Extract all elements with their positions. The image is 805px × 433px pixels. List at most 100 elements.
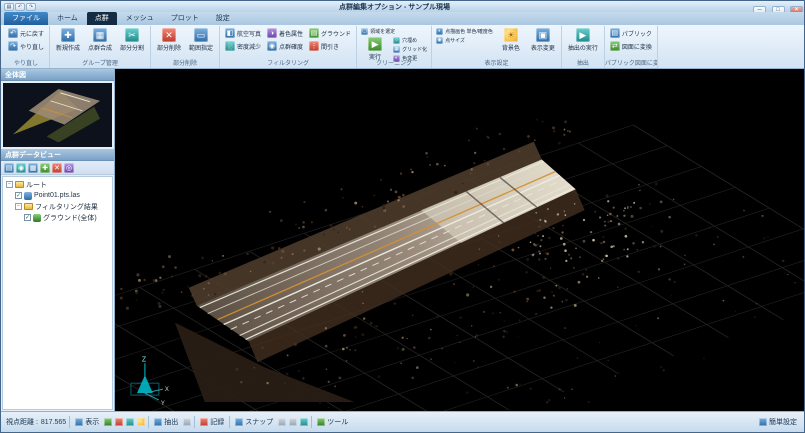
button-label: 部分分割 <box>120 43 144 52</box>
list-icon[interactable]: ▤ <box>4 163 14 173</box>
extract-status-icon <box>154 418 162 426</box>
grid-icon[interactable]: ▦ <box>28 163 38 173</box>
color-attribute-button[interactable]: ◑ 着色属性 <box>265 27 305 39</box>
view-distance-value: 817.565 <box>41 419 66 426</box>
button-label: 点群合成 <box>88 43 112 52</box>
undo-icon: ↶ <box>8 28 18 38</box>
button-label: 点描画色 単色/確度色 <box>445 28 493 35</box>
ground-filter-button[interactable]: ▤ グラウンド <box>307 27 353 39</box>
snap-toggle-1-icon[interactable] <box>278 418 286 426</box>
tab-home[interactable]: ホーム <box>49 12 86 25</box>
attribute-icon: ◑ <box>267 28 277 38</box>
ribbon-group-filtering: ◧ 航空写真 ◑ 着色属性 ▤ グラウンド ░ 密度減少 ◉ 点群確度 <box>220 26 357 68</box>
tab-pointcloud[interactable]: 点群 <box>87 12 117 25</box>
partial-delete-button[interactable]: ✕ 部分削除 <box>154 27 184 53</box>
tab-file[interactable]: ファイル <box>4 12 48 25</box>
title-bar: ▤ ↶ ↷ 点群編集オプション - サンプル現場 ─ □ ✕ <box>1 1 804 12</box>
split-pointcloud-button[interactable]: ✂ 部分分割 <box>117 27 147 53</box>
convert-drawing-button[interactable]: ⇄ 図面に変換 <box>608 40 654 52</box>
merge-pointcloud-button[interactable]: ▦ 点群合成 <box>85 27 115 53</box>
snap-toggle-3-icon[interactable] <box>300 418 308 426</box>
save-icon[interactable]: ▤ <box>4 3 14 11</box>
viewport-3d[interactable]: Z X Y <box>115 69 804 411</box>
hole-fill-icon: ○ <box>393 37 400 44</box>
status-label: 記録 <box>210 417 224 427</box>
button-label: グリッド化 <box>402 46 427 53</box>
tab-settings[interactable]: 設定 <box>208 12 238 25</box>
status-label: 抽出 <box>164 417 178 427</box>
ribbon-group-extract: ▶ 抽出の実行 抽出 <box>562 26 605 68</box>
overview-thumbnail[interactable] <box>3 83 112 147</box>
status-snap-button[interactable]: スナップ <box>233 417 275 427</box>
display-toggle-1-icon[interactable] <box>104 418 112 426</box>
pointcloud-tree: − ルート ✓ Point01.pts.las − フィルタリング結果 ✓ <box>2 176 113 410</box>
merge-icon: ▦ <box>93 28 107 42</box>
window-title: 点群編集オプション - サンプル現場 <box>36 2 753 12</box>
axis-x-label: X <box>165 387 169 393</box>
aerial-photo-button[interactable]: ◧ 航空写真 <box>223 27 263 39</box>
camera-icon[interactable]: ◎ <box>64 163 74 173</box>
snap-toggle-2-icon[interactable] <box>289 418 297 426</box>
remove-icon[interactable]: ✕ <box>52 163 62 173</box>
select-region-button[interactable]: ▢ 領域を選定 <box>360 27 428 35</box>
redo-button[interactable]: ↷ やり直し <box>6 40 46 52</box>
undo-button[interactable]: ↶ 元に戻す <box>6 27 46 39</box>
status-tools-button[interactable]: ツール <box>315 417 350 427</box>
ribbon-group-cleaning: ▢ 領域を選定 ▶ 実行 ○ 穴埋め ▦ <box>357 26 432 68</box>
status-record-button[interactable]: 記録 <box>198 417 226 427</box>
quick-settings-button[interactable]: 簡単設定 <box>757 417 799 427</box>
display-toggle-2-icon[interactable] <box>115 418 123 426</box>
point-color-mode-button[interactable]: ◐ 点描画色 単色/確度色 <box>435 27 494 35</box>
visibility-checkbox[interactable]: ✓ <box>15 192 22 199</box>
add-icon[interactable]: ✚ <box>40 163 50 173</box>
collapse-toggle[interactable]: − <box>6 181 13 188</box>
tree-node-pointcloud[interactable]: ✓ Point01.pts.las <box>3 190 112 201</box>
hole-fill-button[interactable]: ○ 穴埋め <box>392 36 428 44</box>
redo-icon[interactable]: ↷ <box>26 3 36 11</box>
collapse-toggle[interactable]: − <box>15 203 22 210</box>
eye-icon[interactable]: ◉ <box>16 163 26 173</box>
ribbon: ↶ 元に戻す ↷ やり直し やり直し ✚ 新規作成 ▦ 点群合成 ✂ 部 <box>1 25 804 69</box>
undo-icon[interactable]: ↶ <box>15 3 25 11</box>
range-select-button[interactable]: ▭ 範囲指定 <box>186 27 216 53</box>
group-label-extract: 抽出 <box>562 58 604 67</box>
ribbon-group-public-convert: ▤ パブリック ⇄ 図面に変換 パブリック図面に変換 <box>605 26 658 68</box>
view-change-button[interactable]: ▣ 表示変更 <box>528 27 558 53</box>
display-toggle-4-icon[interactable] <box>137 418 145 426</box>
status-label: 簡単設定 <box>769 417 797 427</box>
button-label: 範囲指定 <box>189 43 213 52</box>
density-icon: ░ <box>225 41 235 51</box>
button-label: 間引き <box>321 42 339 51</box>
extract-toggle-icon[interactable] <box>183 418 191 426</box>
ribbon-group-partial-delete: ✕ 部分削除 ▭ 範囲指定 部分削除 <box>151 26 220 68</box>
accuracy-filter-button[interactable]: ◉ 点群確度 <box>265 40 305 52</box>
new-group-button[interactable]: ✚ 新規作成 <box>53 27 83 53</box>
tree-node-root[interactable]: − ルート <box>3 179 112 190</box>
status-display-button[interactable]: 表示 <box>73 417 101 427</box>
background-color-button[interactable]: ☀ 背景色 <box>496 27 526 53</box>
point-size-button[interactable]: ◉ 点サイズ <box>435 36 494 44</box>
button-label: 元に戻す <box>20 29 44 38</box>
tree-label-pointcloud: Point01.pts.las <box>34 192 80 199</box>
tab-plot[interactable]: プロット <box>163 12 207 25</box>
tree-node-filter-results[interactable]: − フィルタリング結果 <box>3 201 112 212</box>
public-button[interactable]: ▤ パブリック <box>608 27 654 39</box>
gridify-button[interactable]: ▦ グリッド化 <box>392 45 428 53</box>
density-reduce-button[interactable]: ░ 密度減少 <box>223 40 263 52</box>
pointcloud-canvas[interactable]: Z X Y <box>115 69 804 411</box>
display-icon <box>75 418 83 426</box>
group-label-public-convert: パブリック図面に変換 <box>605 58 657 67</box>
status-extract-button[interactable]: 抽出 <box>152 417 180 427</box>
button-label: 領域を選定 <box>370 28 395 35</box>
tree-label-root: ルート <box>26 180 47 190</box>
thinning-button[interactable]: ⋮ 間引き <box>307 40 353 52</box>
display-toggle-3-icon[interactable] <box>126 418 134 426</box>
tab-mesh[interactable]: メッシュ <box>118 12 162 25</box>
pointcloud-icon <box>24 192 32 200</box>
tree-node-ground[interactable]: ✓ グラウンド(全体) <box>3 212 112 223</box>
visibility-checkbox[interactable]: ✓ <box>24 214 31 221</box>
extract-run-button[interactable]: ▶ 抽出の実行 <box>565 27 601 53</box>
point-size-icon: ◉ <box>436 37 443 44</box>
button-label: 航空写真 <box>237 29 261 38</box>
gridify-icon: ▦ <box>393 46 400 53</box>
